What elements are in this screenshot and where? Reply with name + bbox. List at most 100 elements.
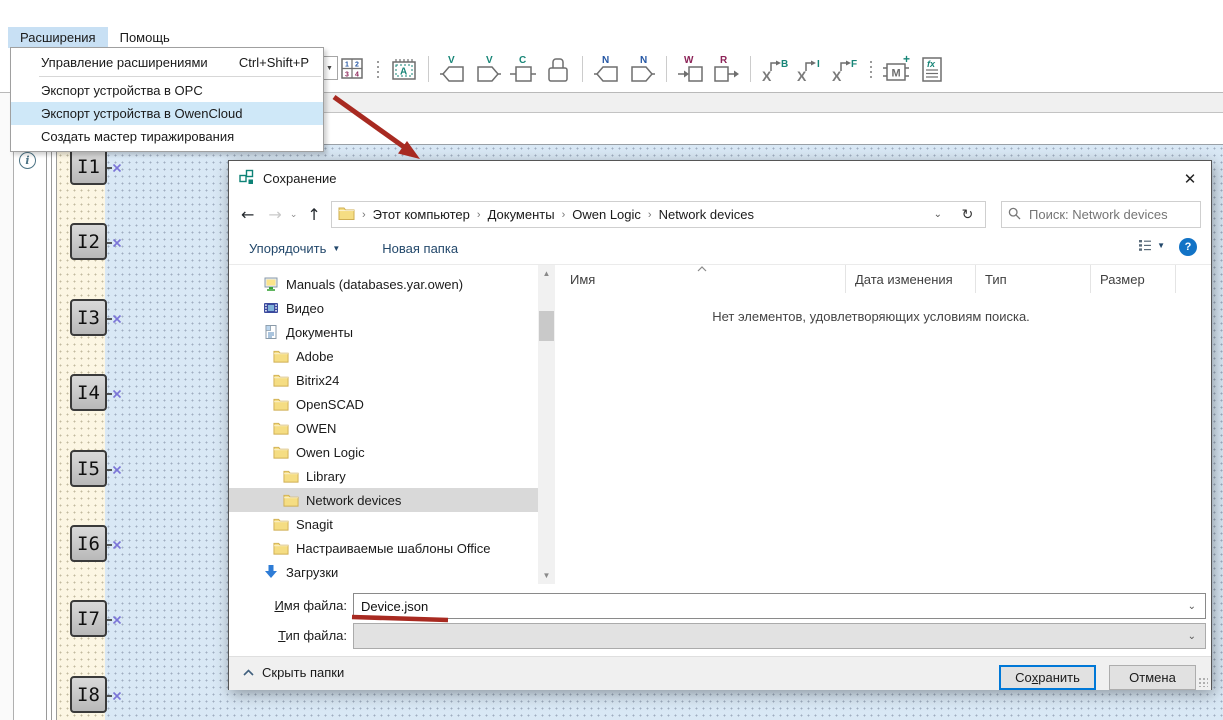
block-output-pin[interactable]	[107, 161, 125, 171]
convert-to-bool-icon[interactable]: XB	[761, 52, 789, 86]
tree-item[interactable]: Snagit	[229, 512, 538, 536]
block-output-pin[interactable]	[107, 689, 125, 699]
file-name-input[interactable]	[354, 598, 1188, 615]
back-icon[interactable]: ←	[241, 205, 254, 224]
tree-scrollbar[interactable]: ▲ ▼	[538, 265, 555, 584]
constant-block-icon[interactable]: C	[509, 52, 537, 86]
new-folder-button[interactable]: Новая папка	[382, 241, 458, 256]
menu-tab[interactable]: Расширения	[8, 27, 108, 48]
hide-folders-label: Скрыть папки	[262, 665, 344, 680]
save-button[interactable]: Сохранить	[999, 665, 1096, 690]
read-register-icon[interactable]: R	[712, 52, 740, 86]
forward-icon[interactable]: →	[268, 205, 281, 224]
address-bar[interactable]: ›Этот компьютер›Документы›Owen Logic›Net…	[331, 201, 951, 228]
input-network-variable-icon[interactable]: N	[593, 52, 621, 86]
search-input[interactable]	[1027, 206, 1194, 223]
organize-button[interactable]: Упорядочить ▼	[249, 241, 340, 256]
menu-item[interactable]: Экспорт устройства в OPC	[11, 79, 323, 102]
tree-item[interactable]: Network devices	[229, 488, 538, 512]
add-macro-icon[interactable]: M+	[883, 52, 911, 86]
close-icon[interactable]: ✕	[1179, 169, 1201, 189]
resize-grip[interactable]	[1198, 677, 1208, 687]
cancel-button[interactable]: Отмена	[1109, 665, 1196, 690]
fbd-input-block[interactable]: I2	[70, 223, 107, 260]
tree-item[interactable]: Bitrix24	[229, 368, 538, 392]
output-network-variable-icon[interactable]: N	[628, 52, 656, 86]
search-box[interactable]	[1001, 201, 1201, 228]
toolbar-separator	[666, 56, 667, 82]
folder-icon	[273, 541, 289, 555]
toolbar-separator	[582, 56, 583, 82]
menu-tab[interactable]: Помощь	[108, 27, 182, 48]
scrollbar-thumb[interactable]	[539, 311, 554, 341]
breadcrumb-item[interactable]: Этот компьютер	[373, 207, 470, 222]
block-output-pin[interactable]	[107, 387, 125, 397]
block-output-pin[interactable]	[107, 538, 125, 548]
tree-item[interactable]: Видео	[229, 296, 538, 320]
list-view-icon	[1138, 239, 1152, 252]
panel-layout-icon[interactable]: 1234	[338, 52, 366, 86]
view-options-button[interactable]: ▼	[1138, 239, 1165, 252]
column-header[interactable]: Размер	[1091, 265, 1176, 293]
svg-text:fx: fx	[927, 59, 936, 69]
fbd-input-block[interactable]: I8	[70, 676, 107, 713]
block-output-pin[interactable]	[107, 463, 125, 473]
convert-to-int-icon[interactable]: XI	[796, 52, 824, 86]
address-chevron-icon[interactable]: ⌄	[934, 209, 942, 220]
breadcrumb-item[interactable]: Документы	[488, 207, 555, 222]
file-name-combobox[interactable]: ⌄	[353, 593, 1206, 619]
fbd-input-block[interactable]: I1	[70, 148, 107, 185]
macro-loop-icon[interactable]	[544, 52, 572, 86]
svg-text:I: I	[817, 59, 820, 70]
scroll-down-icon[interactable]: ▼	[538, 567, 555, 584]
fbd-input-block[interactable]: I3	[70, 299, 107, 336]
menu-separator	[39, 76, 321, 77]
input-variable-icon[interactable]: V	[439, 52, 467, 86]
menu-item[interactable]: Управление расширениямиCtrl+Shift+P	[11, 51, 323, 74]
fbd-input-block[interactable]: I7	[70, 600, 107, 637]
fbd-input-block[interactable]: I4	[70, 374, 107, 411]
panel-splitter[interactable]	[46, 145, 57, 720]
output-variable-icon[interactable]: V	[474, 52, 502, 86]
left-panel-area	[14, 145, 46, 720]
tree-item[interactable]: Library	[229, 464, 538, 488]
up-icon[interactable]: ↑	[307, 205, 320, 224]
refresh-icon[interactable]: ↻	[950, 201, 986, 228]
function-editor-icon[interactable]: fx	[918, 52, 946, 86]
toolbar-grip-dots	[870, 61, 872, 78]
tree-item[interactable]: Документы	[229, 320, 538, 344]
help-button[interactable]: ?	[1179, 238, 1197, 256]
combobox-dropdown-partial[interactable]: ▼	[322, 56, 338, 80]
tree-item[interactable]: OpenSCAD	[229, 392, 538, 416]
tree-item[interactable]: Загрузки	[229, 560, 538, 584]
tree-item-label: Настраиваемые шаблоны Office	[296, 541, 490, 556]
info-icon[interactable]: i	[19, 152, 36, 169]
breadcrumb-item[interactable]: Network devices	[659, 207, 754, 222]
convert-to-float-icon[interactable]: XF	[831, 52, 859, 86]
tree-item[interactable]: Owen Logic	[229, 440, 538, 464]
menu-item[interactable]: Создать мастер тиражирования	[11, 125, 323, 148]
breadcrumb-item[interactable]: Owen Logic	[572, 207, 641, 222]
file-type-combobox[interactable]: ⌄	[353, 623, 1206, 649]
column-header[interactable]: Дата изменения	[846, 265, 976, 293]
dialog-titlebar[interactable]: Сохранение ✕	[229, 161, 1211, 195]
tree-item[interactable]: OWEN	[229, 416, 538, 440]
fbd-input-block[interactable]: I6	[70, 525, 107, 562]
text-label-icon[interactable]: A	[390, 52, 418, 86]
tree-item[interactable]: Manuals (databases.yar.owen)	[229, 272, 538, 296]
folder-icon	[283, 469, 299, 483]
write-register-icon[interactable]: W	[677, 52, 705, 86]
column-header[interactable]: Тип	[976, 265, 1091, 293]
history-chevron-icon[interactable]: ⌄	[290, 209, 298, 220]
block-output-pin[interactable]	[107, 312, 125, 322]
downloads-icon	[263, 564, 279, 580]
block-output-pin[interactable]	[107, 613, 125, 623]
chevron-down-icon: ▼	[332, 244, 340, 253]
block-output-pin[interactable]	[107, 236, 125, 246]
tree-item[interactable]: Adobe	[229, 344, 538, 368]
menu-item[interactable]: Экспорт устройства в OwenCloud	[11, 102, 323, 125]
fbd-input-block[interactable]: I5	[70, 450, 107, 487]
scroll-up-icon[interactable]: ▲	[538, 265, 555, 282]
hide-folders-button[interactable]: Скрыть папки	[243, 665, 344, 680]
tree-item[interactable]: Настраиваемые шаблоны Office	[229, 536, 538, 560]
